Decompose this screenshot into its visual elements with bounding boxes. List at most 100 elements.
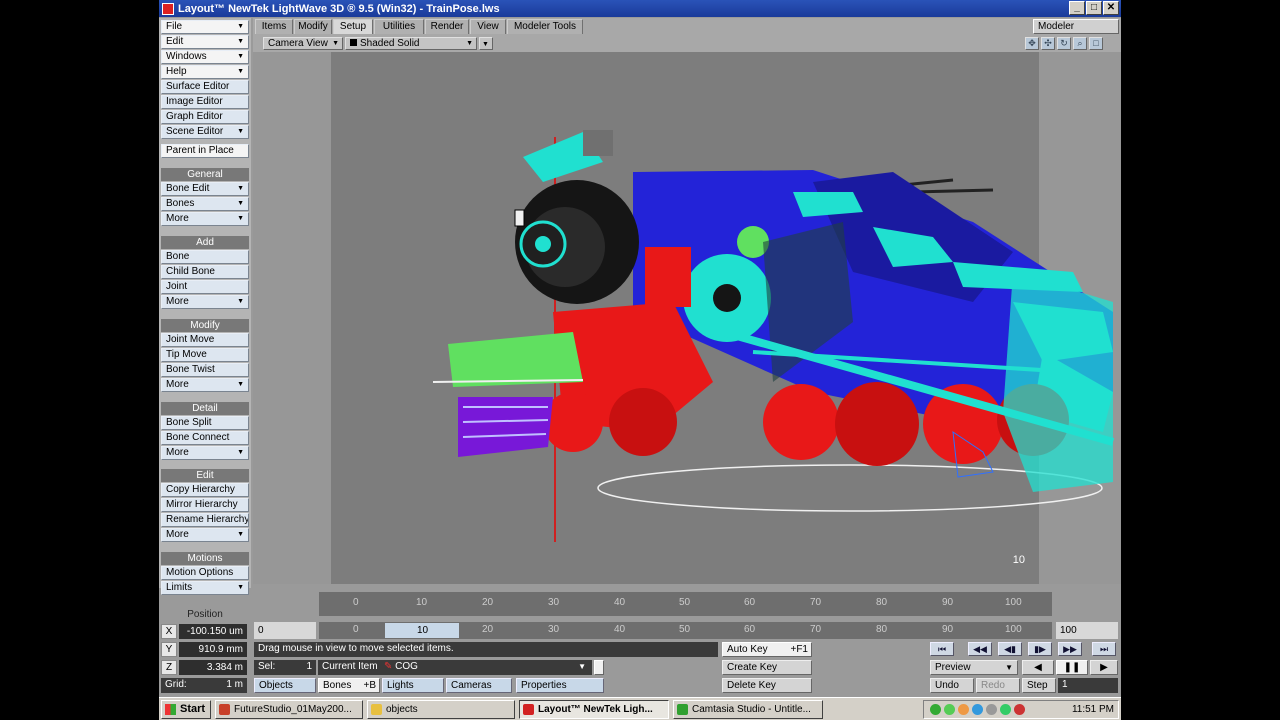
auto-key-button[interactable]: Auto Key +F1 [722, 642, 812, 657]
current-item-label: Current Item [318, 660, 380, 675]
tab-modify[interactable]: Modify [294, 19, 332, 34]
properties-button[interactable]: Properties [516, 678, 604, 693]
tray-icon[interactable] [1000, 704, 1011, 715]
chevron-down-icon: ▼ [1005, 663, 1013, 672]
frame-slider[interactable]: 0 10 20 30 40 50 60 70 80 90 100 [319, 622, 1052, 639]
taskbar-item[interactable]: Camtasia Studio - Untitle... [673, 700, 823, 719]
clock: 11:51 PM [1071, 704, 1114, 715]
lights-button[interactable]: Lights [382, 678, 444, 693]
tray-icon[interactable] [930, 704, 941, 715]
tab-view[interactable]: View [470, 19, 506, 34]
go-to-start-button[interactable]: ⏮ [930, 642, 954, 656]
taskbar-item[interactable]: FutureStudio_01May200... [215, 700, 363, 719]
z-axis-toggle[interactable]: Z [161, 660, 177, 675]
start-frame-field[interactable]: 0 [254, 622, 316, 639]
taskbar-item-active[interactable]: Layout™ NewTek Ligh... [519, 700, 669, 719]
end-frame-field[interactable]: 100 [1056, 622, 1118, 639]
delete-key-button[interactable]: Delete Key [722, 678, 812, 693]
y-axis-toggle[interactable]: Y [161, 642, 177, 657]
tick-label: 80 [876, 624, 888, 635]
objects-button[interactable]: Objects [254, 678, 316, 693]
grid-value: 1 m [226, 679, 243, 690]
windows-taskbar: Start FutureStudio_01May200... objects L… [159, 697, 1121, 720]
undo-button[interactable]: Undo [930, 678, 974, 693]
z-position-value[interactable]: 3.384 m [179, 660, 247, 675]
current-item-value: COG [395, 661, 418, 672]
taskbar-item[interactable]: objects [367, 700, 515, 719]
current-item-select[interactable]: ✎ COG ▼ [380, 660, 592, 675]
pause-button[interactable]: ❚❚ [1056, 660, 1088, 675]
frame-slider-knob[interactable]: 10 [385, 623, 459, 638]
viewport-options-button[interactable]: ▼ [479, 37, 493, 50]
auto-key-label: Auto Key [727, 644, 768, 655]
view-type-select[interactable]: Camera View ▼ [263, 37, 343, 50]
tray-icon[interactable] [986, 704, 997, 715]
tray-icon[interactable] [1014, 704, 1025, 715]
preview-label: Preview [935, 662, 971, 673]
play-forward-button[interactable]: ▶ [1090, 660, 1118, 675]
tick-label: 60 [744, 624, 756, 635]
tray-icon[interactable] [958, 704, 969, 715]
train-model [432, 130, 1115, 542]
start-button[interactable]: Start [161, 700, 211, 719]
bones-mode-label: Bones [323, 680, 352, 691]
cameras-button[interactable]: Cameras [446, 678, 512, 693]
rotate-view-icon[interactable]: ✣ [1041, 37, 1055, 50]
tray-icon[interactable] [972, 704, 983, 715]
y-position-value[interactable]: 910.9 mm [179, 642, 247, 657]
close-button[interactable]: ✕ [1103, 1, 1119, 15]
next-frame-button[interactable]: ▮▶ [1028, 642, 1052, 656]
position-label: Position [187, 609, 223, 620]
tab-render[interactable]: Render [425, 19, 469, 34]
auto-key-shortcut: +F1 [790, 644, 808, 655]
maximize-view-icon[interactable]: □ [1089, 37, 1103, 50]
main-timeline-ruler[interactable]: 0 10 20 30 40 50 60 70 80 90 100 [319, 592, 1052, 616]
tick-label: 30 [548, 624, 560, 635]
tick-label: 0 [353, 597, 359, 608]
grid-size-field[interactable]: Grid: 1 m [161, 678, 247, 693]
tick-label: 10 [416, 597, 428, 608]
minimize-button[interactable]: _ [1069, 1, 1085, 15]
next-key-button[interactable]: ▶▶ [1058, 642, 1082, 656]
tick-label: 50 [679, 624, 691, 635]
item-select-button[interactable] [594, 660, 604, 675]
tick-label: 0 [353, 624, 359, 635]
chevron-down-icon: ▼ [482, 41, 489, 48]
tab-bar: Items Modify Setup Utilities Render View… [253, 18, 1121, 35]
camtasia-icon [677, 704, 688, 715]
step-value[interactable]: 1 [1058, 678, 1118, 693]
system-tray: 11:51 PM [923, 700, 1119, 719]
tick-label: 70 [810, 597, 822, 608]
previous-frame-button[interactable]: ◀▮ [998, 642, 1022, 656]
view-type-value: Camera View [268, 38, 328, 49]
tab-utilities[interactable]: Utilities [374, 19, 424, 34]
tick-label: 20 [482, 624, 494, 635]
orbit-view-icon[interactable]: ↻ [1057, 37, 1071, 50]
x-position-value[interactable]: -100.150 um [179, 624, 247, 639]
play-backward-button[interactable]: ◀ [1022, 660, 1054, 675]
chevron-down-icon: ▼ [466, 40, 473, 47]
tick-label: 40 [614, 624, 626, 635]
taskbar-item-label: Camtasia Studio - Untitle... [692, 704, 811, 715]
x-axis-toggle[interactable]: X [161, 624, 177, 639]
modeler-switch-button[interactable]: Modeler [1033, 19, 1119, 34]
chevron-down-icon: ▼ [578, 662, 586, 671]
tab-items[interactable]: Items [255, 19, 293, 34]
go-to-end-button[interactable]: ⏭ [1092, 642, 1116, 656]
frame-number: 10 [1012, 554, 1025, 566]
title-bar[interactable]: Layout™ NewTek LightWave 3D ® 9.5 (Win32… [159, 0, 1121, 17]
zoom-view-icon[interactable]: ⌕ [1073, 37, 1087, 50]
previous-key-button[interactable]: ◀◀ [968, 642, 992, 656]
redo-button[interactable]: Redo [976, 678, 1020, 693]
maximize-button[interactable]: □ [1086, 1, 1102, 15]
camera-viewport[interactable]: 10 [253, 52, 1121, 584]
move-view-icon[interactable]: ✥ [1025, 37, 1039, 50]
render-mode-select[interactable]: Shaded Solid ▼ [345, 37, 477, 50]
tray-icon[interactable] [944, 704, 955, 715]
preview-select[interactable]: Preview ▼ [930, 660, 1018, 675]
create-key-button[interactable]: Create Key [722, 660, 812, 675]
tab-modeler-tools[interactable]: Modeler Tools [507, 19, 583, 34]
taskbar-item-label: objects [386, 704, 418, 715]
tab-setup[interactable]: Setup [333, 19, 373, 34]
bones-mode-button[interactable]: Bones +B [318, 678, 380, 693]
